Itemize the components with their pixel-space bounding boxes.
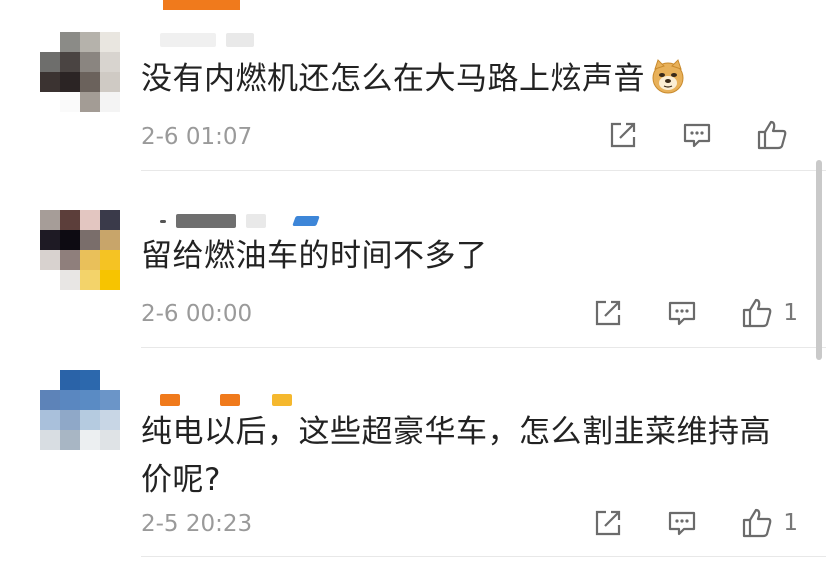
comment-icon xyxy=(669,511,696,536)
avatar-mosaic-tile xyxy=(40,390,60,410)
avatar-mosaic-tile xyxy=(60,370,80,390)
avatar-mosaic-tile xyxy=(100,410,120,430)
avatar-mosaic-tile xyxy=(80,370,100,390)
avatar-mosaic-tile xyxy=(40,370,60,390)
like-button[interactable]: 1 xyxy=(741,507,798,539)
avatar-mosaic-tile xyxy=(40,430,60,450)
avatar-mosaic-tile xyxy=(80,390,100,410)
comment-time: 2-5 20:23 xyxy=(141,511,253,537)
share-button[interactable] xyxy=(593,508,623,538)
thumbs-up-icon xyxy=(743,508,772,538)
comment-text: 纯电以后，这些超豪华车，怎么割韭菜维持高价呢? xyxy=(141,414,771,498)
avatar-mosaic-tile xyxy=(80,430,100,450)
like-count: 1 xyxy=(783,510,798,536)
avatar-mosaic-tile xyxy=(60,390,80,410)
avatar-mosaic-tile xyxy=(80,410,100,430)
share-icon xyxy=(596,510,621,536)
username-blurred[interactable] xyxy=(160,390,292,410)
divider xyxy=(141,556,826,557)
avatar-mosaic-tile xyxy=(100,430,120,450)
avatar[interactable] xyxy=(40,370,120,450)
avatar-mosaic-tile xyxy=(100,390,120,410)
avatar-mosaic-tile xyxy=(100,370,120,390)
reply-button[interactable] xyxy=(667,508,697,538)
comment-item: 纯电以后，这些超豪华车，怎么割韭菜维持高价呢? 2-5 20:23 1 xyxy=(0,0,826,564)
comment-actions: 1 xyxy=(549,507,798,539)
scrollbar[interactable] xyxy=(816,160,822,360)
avatar-mosaic-tile xyxy=(60,430,80,450)
avatar-mosaic-tile xyxy=(40,410,60,430)
avatar-mosaic-tile xyxy=(60,410,80,430)
